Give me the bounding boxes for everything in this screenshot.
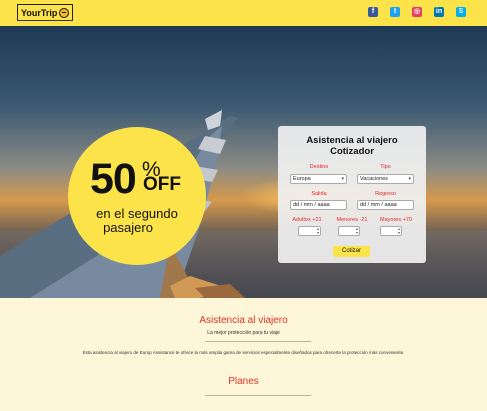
promo-number: 50 bbox=[90, 155, 137, 203]
menores-label: Menores -21 bbox=[336, 217, 368, 223]
stepper-arrows-icon: ▴ ▾ bbox=[355, 226, 358, 235]
facebook-icon[interactable]: f bbox=[368, 7, 378, 17]
cotizar-button[interactable]: Cotizar bbox=[333, 246, 370, 257]
promo-line2: pasajero bbox=[103, 220, 153, 235]
chevron-down-icon: ▾ bbox=[408, 176, 411, 182]
destino-value: Europa bbox=[293, 176, 311, 182]
salida-date-input[interactable]: dd / mm / aaaa bbox=[290, 200, 347, 210]
stepper-arrows-icon: ▴ ▾ bbox=[316, 226, 319, 235]
section-description: Esta asistencia al viajero de Europ Assi… bbox=[82, 350, 405, 355]
chevron-down-icon: ▾ bbox=[341, 176, 344, 182]
destino-select[interactable]: Europa ▾ bbox=[290, 174, 347, 184]
quote-form: Asistencia al viajero Cotizador Destino … bbox=[278, 126, 426, 263]
mayores-label: Mayores +70 bbox=[380, 217, 412, 223]
smile-icon bbox=[59, 7, 70, 18]
logo[interactable]: YourTrip bbox=[17, 4, 74, 21]
section-title-planes: Planes bbox=[228, 376, 259, 387]
tipo-label: Tipo bbox=[380, 164, 391, 170]
tipo-select[interactable]: Vacaciones ▾ bbox=[357, 174, 414, 184]
regreso-date-input[interactable]: dd / mm / aaaa bbox=[357, 200, 414, 210]
promo-line1: en el segundo bbox=[96, 206, 178, 221]
regreso-label: Regreso bbox=[375, 191, 396, 197]
skype-icon[interactable]: S bbox=[456, 7, 466, 17]
tipo-value: Vacaciones bbox=[360, 176, 389, 182]
hero-banner: 50 % OFF en el segundo pasajero Asistenc… bbox=[0, 26, 487, 298]
section-title-asistencia: Asistencia al viajero bbox=[199, 315, 288, 326]
twitter-icon[interactable]: t bbox=[390, 7, 400, 17]
section-divider bbox=[205, 395, 311, 396]
linkedin-icon[interactable]: in bbox=[434, 7, 444, 17]
promo-badge: 50 % OFF en el segundo pasajero bbox=[68, 127, 206, 265]
stepper-arrows-icon: ▴ ▾ bbox=[397, 226, 400, 235]
salida-label: Salida bbox=[311, 191, 327, 197]
social-links: f t ◎ in S bbox=[368, 7, 466, 17]
logo-text: YourTrip bbox=[21, 7, 58, 18]
form-subtitle: Cotizador bbox=[330, 146, 374, 157]
adultos-stepper[interactable]: ▴ ▾ bbox=[298, 226, 321, 236]
section-divider bbox=[205, 341, 311, 342]
destino-label: Destino bbox=[309, 164, 329, 170]
adultos-label: Adultos +21 bbox=[292, 217, 322, 223]
mayores-stepper[interactable]: ▴ ▾ bbox=[380, 226, 402, 236]
menores-stepper[interactable]: ▴ ▾ bbox=[338, 226, 360, 236]
logo-underline bbox=[17, 20, 73, 21]
promo-off: OFF bbox=[143, 174, 181, 195]
top-bar: YourTrip f t ◎ in S bbox=[0, 0, 487, 26]
regreso-value: dd / mm / aaaa bbox=[360, 202, 397, 208]
form-title: Asistencia al viajero bbox=[306, 135, 398, 146]
salida-value: dd / mm / aaaa bbox=[293, 202, 330, 208]
instagram-icon[interactable]: ◎ bbox=[412, 7, 422, 17]
section-subtitle: La mejor protección para tu viaje bbox=[207, 330, 280, 336]
